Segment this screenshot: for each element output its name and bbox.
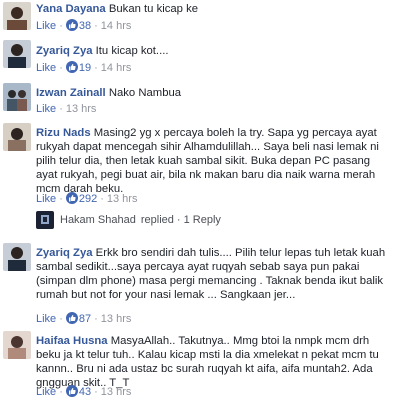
comment-meta: Like · 43 · 13 hrs xyxy=(36,385,131,400)
thumbs-up-icon xyxy=(65,312,78,328)
avatar[interactable] xyxy=(3,83,31,111)
like-count[interactable]: 38 xyxy=(79,20,91,32)
like-button[interactable]: Like xyxy=(36,20,56,32)
separator: · xyxy=(59,20,63,32)
replies-link[interactable]: Hakam Shahad replied · 1 Reply xyxy=(36,211,221,229)
reply-count[interactable]: 1 Reply xyxy=(184,214,221,226)
author-name[interactable]: Yana Dayana xyxy=(36,3,106,15)
like-count[interactable]: 43 xyxy=(79,386,91,398)
comment-meta: Like · 87 · 13 hrs xyxy=(36,312,131,328)
timestamp[interactable]: 14 hrs xyxy=(101,20,132,32)
comment-item: Izwan Zainall Nako Nambua Like · 13 hrs xyxy=(0,83,400,121)
avatar[interactable] xyxy=(3,243,31,271)
comment-meta: Like · 292 · 13 hrs xyxy=(36,192,137,208)
avatar[interactable] xyxy=(3,40,31,68)
comment-meta: Like · 19 · 14 hrs xyxy=(36,61,131,77)
thumbs-up-icon xyxy=(65,19,78,35)
thumbs-up-icon xyxy=(65,61,78,77)
comment-item: Zyariq Zya Erkk bro sendiri dah tulis...… xyxy=(0,243,400,329)
comment-item: Haifaa Husna MasyaAllah.. Takutnya.. Mmg… xyxy=(0,331,400,400)
timestamp[interactable]: 13 hrs xyxy=(101,313,132,325)
thumbs-up-icon xyxy=(65,192,78,208)
comment-text: Itu kicap kot.... xyxy=(95,45,169,57)
timestamp[interactable]: 13 hrs xyxy=(101,386,132,398)
author-name[interactable]: Rizu Nads xyxy=(36,127,91,139)
comment-text: Nako Nambua xyxy=(108,87,182,99)
reply-author[interactable]: Hakam Shahad xyxy=(60,214,136,226)
author-name[interactable]: Haifaa Husna xyxy=(36,335,108,347)
like-count[interactable]: 87 xyxy=(79,313,91,325)
author-name[interactable]: Zyariq Zya xyxy=(36,45,93,57)
author-name[interactable]: Zyariq Zya xyxy=(36,247,93,259)
reply-action: replied xyxy=(140,214,174,226)
like-button[interactable]: Like xyxy=(36,62,56,74)
reply-avatar xyxy=(36,211,54,229)
avatar[interactable] xyxy=(3,2,31,30)
avatar[interactable] xyxy=(3,123,31,151)
timestamp[interactable]: 14 hrs xyxy=(101,62,132,74)
timestamp[interactable]: 13 hrs xyxy=(107,193,138,205)
comment-item: Rizu Nads Masing2 yg x percaya boleh la … xyxy=(0,123,400,235)
like-button[interactable]: Like xyxy=(36,193,56,205)
author-name[interactable]: Izwan Zainall xyxy=(36,87,106,99)
thumbs-up-icon xyxy=(65,385,78,400)
comment-meta: Like · 38 · 14 hrs xyxy=(36,19,131,35)
like-button[interactable]: Like xyxy=(36,103,56,115)
like-button[interactable]: Like xyxy=(36,313,56,325)
like-count[interactable]: 292 xyxy=(79,193,97,205)
comment-item: Yana Dayana Bukan tu kicap ke Like · 38 · 14… xyxy=(0,2,400,36)
comment-meta: Like · 13 hrs xyxy=(36,103,97,115)
timestamp[interactable]: 13 hrs xyxy=(66,103,97,115)
like-button[interactable]: Like xyxy=(36,386,56,398)
like-count[interactable]: 19 xyxy=(79,62,91,74)
comment-text: Bukan tu kicap ke xyxy=(108,3,199,15)
comment-thread: Yana Dayana Bukan tu kicap ke Like · 38 · 14… xyxy=(0,0,400,400)
comment-item: Zyariq Zya Itu kicap kot.... Like · 19 · 14 … xyxy=(0,40,400,80)
avatar[interactable] xyxy=(3,331,31,359)
